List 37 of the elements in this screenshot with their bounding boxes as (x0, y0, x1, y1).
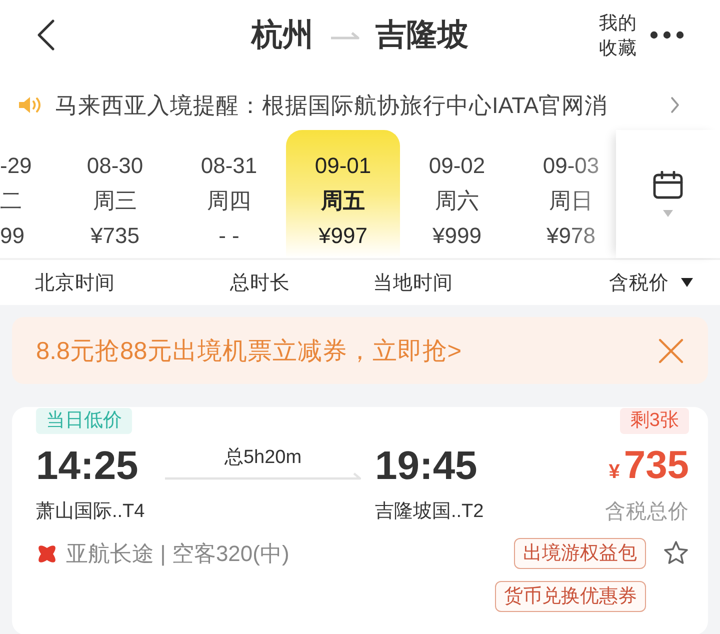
sort-option[interactable]: 含税价 (609, 269, 693, 296)
notice-text: 马来西亚入境提醒：根据国际航协旅行中心IATA官网消 (55, 92, 608, 120)
favorites-button[interactable]: 我的收藏 (599, 10, 638, 60)
benefit-tag[interactable]: 出境游权益包 (514, 538, 646, 569)
date-tab[interactable]: 08-30 周三 ¥735 (58, 130, 172, 258)
date-tab[interactable]: 09-01 周五 ¥997 (286, 130, 400, 258)
more-icon[interactable] (650, 31, 684, 39)
sort-option[interactable]: 当地时间 (373, 269, 453, 296)
date-tab[interactable]: -29 二 99 (0, 130, 58, 258)
date-tab[interactable]: 09-02 周六 ¥999 (400, 130, 514, 258)
dropdown-caret-icon (663, 210, 673, 217)
sort-option[interactable]: 北京时间 (35, 269, 115, 296)
date-tab[interactable]: 08-31 周四 - - (172, 130, 286, 258)
promo-text: 8.8元抢88元出境机票立减券，立即抢> (36, 337, 462, 367)
calendar-icon (653, 171, 683, 199)
departure-time: 14:25 (36, 444, 140, 490)
cross-logo-icon (36, 542, 58, 564)
arrival-airport: 吉隆坡国..T2 (374, 500, 484, 524)
speaker-icon (18, 95, 43, 115)
calendar-button[interactable] (616, 130, 720, 258)
price-text: ¥735 (608, 444, 689, 489)
star-icon[interactable] (663, 540, 689, 566)
duration-text: 总5h20m (224, 448, 302, 468)
low-price-tag: 当日低价 (36, 408, 132, 434)
seats-left-tag: 剩3张 (620, 408, 689, 434)
chevron-right-icon[interactable] (670, 96, 680, 114)
destination-city: 吉隆坡 (376, 16, 468, 54)
flight-card[interactable]: 当日低价 剩3张 14:25 总5h20m 19:45 ¥735 萧山国际..T4 吉隆坡国..T2 含税总价 亚航长途 | 空客320(中) 出境游权益包 货币兑换优惠券 (12, 407, 708, 634)
back-icon[interactable] (36, 19, 56, 51)
sort-option[interactable]: 总时长 (230, 269, 290, 296)
arrival-time: 19:45 (374, 444, 478, 490)
departure-airport: 萧山国际..T4 (36, 500, 145, 524)
benefit-tag[interactable]: 货币兑换优惠券 (495, 581, 646, 612)
price-note: 含税总价 (605, 500, 689, 524)
airline-text: 亚航长途 | 空客320(中) (66, 540, 290, 568)
origin-city: 杭州 (252, 16, 314, 54)
date-tab[interactable]: 09-03 周日 ¥978 (514, 130, 616, 258)
